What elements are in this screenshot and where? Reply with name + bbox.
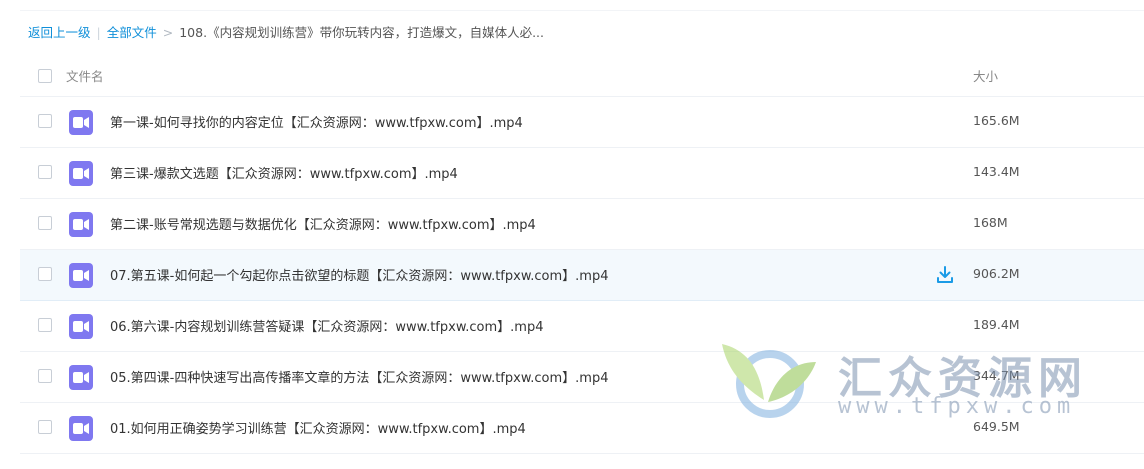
file-row[interactable]: 第一课-如何寻找你的内容定位【汇众资源网：www.tfpxw.com】.mp4 …	[20, 97, 1144, 148]
download-icon[interactable]	[935, 265, 955, 285]
column-header-name[interactable]: 文件名	[66, 66, 104, 85]
file-name[interactable]: 01.如何用正确姿势学习训练营【汇众资源网：www.tfpxw.com】.mp4	[110, 418, 526, 437]
file-size: 906.2M	[973, 266, 1020, 281]
file-name[interactable]: 第一课-如何寻找你的内容定位【汇众资源网：www.tfpxw.com】.mp4	[110, 112, 523, 131]
video-file-icon	[69, 263, 93, 288]
row-checkbox[interactable]	[38, 114, 52, 128]
file-list-header: 文件名 大小	[20, 58, 1144, 97]
file-row-hovered[interactable]: 07.第五课-如何起一个勾起你点击欲望的标题【汇众资源网：www.tfpxw.c…	[20, 250, 1144, 301]
video-file-icon	[69, 365, 93, 390]
file-name[interactable]: 05.第四课-四种快速写出高传播率文章的方法【汇众资源网：www.tfpxw.c…	[110, 367, 608, 386]
row-checkbox[interactable]	[38, 267, 52, 281]
breadcrumb-separator: |	[96, 25, 101, 40]
video-file-icon	[69, 110, 93, 135]
select-all-checkbox[interactable]	[38, 69, 52, 83]
file-size: 168M	[973, 215, 1008, 230]
breadcrumb: 返回上一级 | 全部文件 >108.《内容规划训练营》带你玩转内容，打造爆文，自媒体人…	[28, 24, 544, 42]
file-name[interactable]: 第三课-爆款文选题【汇众资源网：www.tfpxw.com】.mp4	[110, 163, 458, 182]
row-checkbox[interactable]	[38, 216, 52, 230]
row-checkbox[interactable]	[38, 369, 52, 383]
watermark-logo-icon	[718, 340, 818, 428]
file-size: 189.4M	[973, 317, 1020, 332]
file-name[interactable]: 第二课-账号常规选题与数据优化【汇众资源网：www.tfpxw.com】.mp4	[110, 214, 536, 233]
row-checkbox[interactable]	[38, 165, 52, 179]
row-checkbox[interactable]	[38, 420, 52, 434]
video-file-icon	[69, 212, 93, 237]
video-file-icon	[69, 416, 93, 441]
file-size: 165.6M	[973, 113, 1020, 128]
file-row[interactable]: 第二课-账号常规选题与数据优化【汇众资源网：www.tfpxw.com】.mp4…	[20, 199, 1144, 250]
all-files-link[interactable]: 全部文件	[107, 25, 157, 40]
breadcrumb-current-folder: 108.《内容规划训练营》带你玩转内容，打造爆文，自媒体人必...	[179, 25, 544, 40]
video-file-icon	[69, 314, 93, 339]
back-link[interactable]: 返回上一级	[28, 25, 91, 40]
row-checkbox[interactable]	[38, 318, 52, 332]
breadcrumb-arrow: >	[162, 25, 174, 40]
video-file-icon	[69, 161, 93, 186]
file-name[interactable]: 07.第五课-如何起一个勾起你点击欲望的标题【汇众资源网：www.tfpxw.c…	[110, 265, 608, 284]
file-size: 143.4M	[973, 164, 1020, 179]
file-name[interactable]: 06.第六课-内容规划训练营答疑课【汇众资源网：www.tfpxw.com】.m…	[110, 316, 543, 335]
top-divider	[20, 10, 1144, 11]
file-row[interactable]: 第三课-爆款文选题【汇众资源网：www.tfpxw.com】.mp4 143.4…	[20, 148, 1144, 199]
column-header-size[interactable]: 大小	[973, 66, 998, 85]
watermark: 汇众资源网 www.tfpxw.com	[718, 340, 1128, 424]
watermark-url: www.tfpxw.com	[838, 394, 1076, 419]
